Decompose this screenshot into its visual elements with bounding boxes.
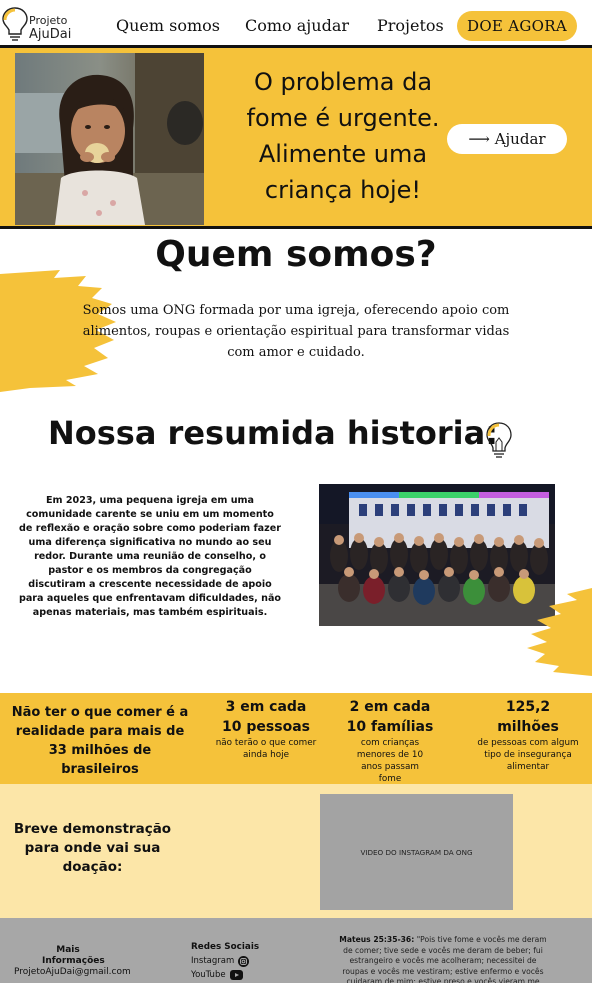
donate-now-button[interactable]: DOE AGORA — [457, 11, 577, 41]
demo-heading: Breve demonstração para onde vai sua doa… — [13, 821, 172, 875]
stat-3-value: 2 em cada 10 famílias — [346, 699, 434, 735]
stat-hunger-reality: Não ter o que comer é a realidade para m… — [10, 703, 190, 779]
logo-line-1: Projeto — [29, 14, 68, 27]
nav-link-quem-somos[interactable]: Quem somos — [116, 16, 220, 35]
instagram-link[interactable]: Instagram — [191, 954, 271, 968]
lightbulb-icon — [2, 7, 28, 41]
stat-3-caption: com crianças menores de 10 anos passam f… — [356, 738, 424, 784]
about-title: Quem somos? — [155, 234, 437, 275]
stat-2-in-10-families: 2 em cada 10 famílias com crianças menor… — [338, 697, 442, 785]
instagram-video-placeholder[interactable]: VIDEO DO INSTAGRAM DA ONG — [320, 794, 513, 910]
footer-bible-verse: Mateus 25:35-36: "Pois tive fome e vocês… — [336, 935, 550, 983]
page: Projeto AjuDai Quem somos Como ajudar Pr… — [0, 0, 592, 983]
stat-2-caption: não terão o que comer ainda hoje — [215, 738, 317, 760]
footer-info-title: Mais Informações — [42, 945, 105, 966]
nav-link-projetos[interactable]: Projetos — [377, 16, 444, 35]
stat-125-million: 125,2 milhões de pessoas com algum tipo … — [470, 697, 586, 773]
verse-reference: Mateus 25:35-36: — [339, 935, 415, 944]
stats-band: Não ter o que comer é a realidade para m… — [0, 693, 592, 784]
stat-4-caption: de pessoas com algum tipo de insegurança… — [477, 738, 579, 772]
stat-2-value: 3 em cada 10 pessoas — [222, 699, 310, 735]
youtube-label: YouTube — [191, 970, 226, 980]
logo[interactable]: Projeto AjuDai — [2, 4, 74, 44]
footer-social-title: Redes Sociais — [191, 942, 260, 952]
stat-4-value: 125,2 milhões — [497, 699, 559, 735]
footer: Mais Informações ProjetoAjuDai@gmail.com… — [0, 918, 592, 983]
stat-3-in-10-people: 3 em cada 10 pessoas não terão o que com… — [214, 697, 318, 761]
top-nav: Projeto AjuDai Quem somos Como ajudar Pr… — [0, 0, 592, 48]
help-button[interactable]: ⟶ Ajudar — [447, 124, 567, 154]
youtube-link[interactable]: YouTube — [191, 968, 271, 982]
donation-demo-section: Breve demonstração para onde vai sua doa… — [0, 784, 592, 918]
logo-line-2: AjuDai — [29, 27, 72, 42]
about-text: Somos uma ONG formada por uma igreja, of… — [82, 303, 510, 360]
stat-1-text: Não ter o que comer é a realidade para m… — [11, 705, 189, 777]
history-title-text: Nossa resumida historia: — [47, 414, 499, 452]
nav-link-como-ajudar[interactable]: Como ajudar — [245, 16, 349, 35]
footer-social: Redes Sociais Instagram YouTube — [191, 940, 271, 982]
youtube-icon — [229, 970, 243, 980]
hero-photo-child-eating — [15, 53, 204, 225]
footer-email-link[interactable]: ProjetoAjuDai@gmail.com — [14, 967, 131, 978]
lightbulb-icon — [486, 422, 512, 458]
footer-info: Mais Informações ProjetoAjuDai@gmail.com — [14, 945, 131, 978]
group-photo — [319, 484, 555, 626]
hero-banner: O problema da fome é urgente. Alimente u… — [0, 48, 592, 229]
instagram-label: Instagram — [191, 956, 235, 966]
yellow-brush-stroke-right — [527, 588, 592, 676]
history-text: Em 2023, uma pequena igreja em uma comun… — [18, 495, 282, 618]
hero-title: O problema da fome é urgente. Alimente u… — [246, 68, 440, 204]
video-label: VIDEO DO INSTAGRAM DA ONG — [360, 848, 473, 857]
instagram-icon — [238, 955, 250, 967]
